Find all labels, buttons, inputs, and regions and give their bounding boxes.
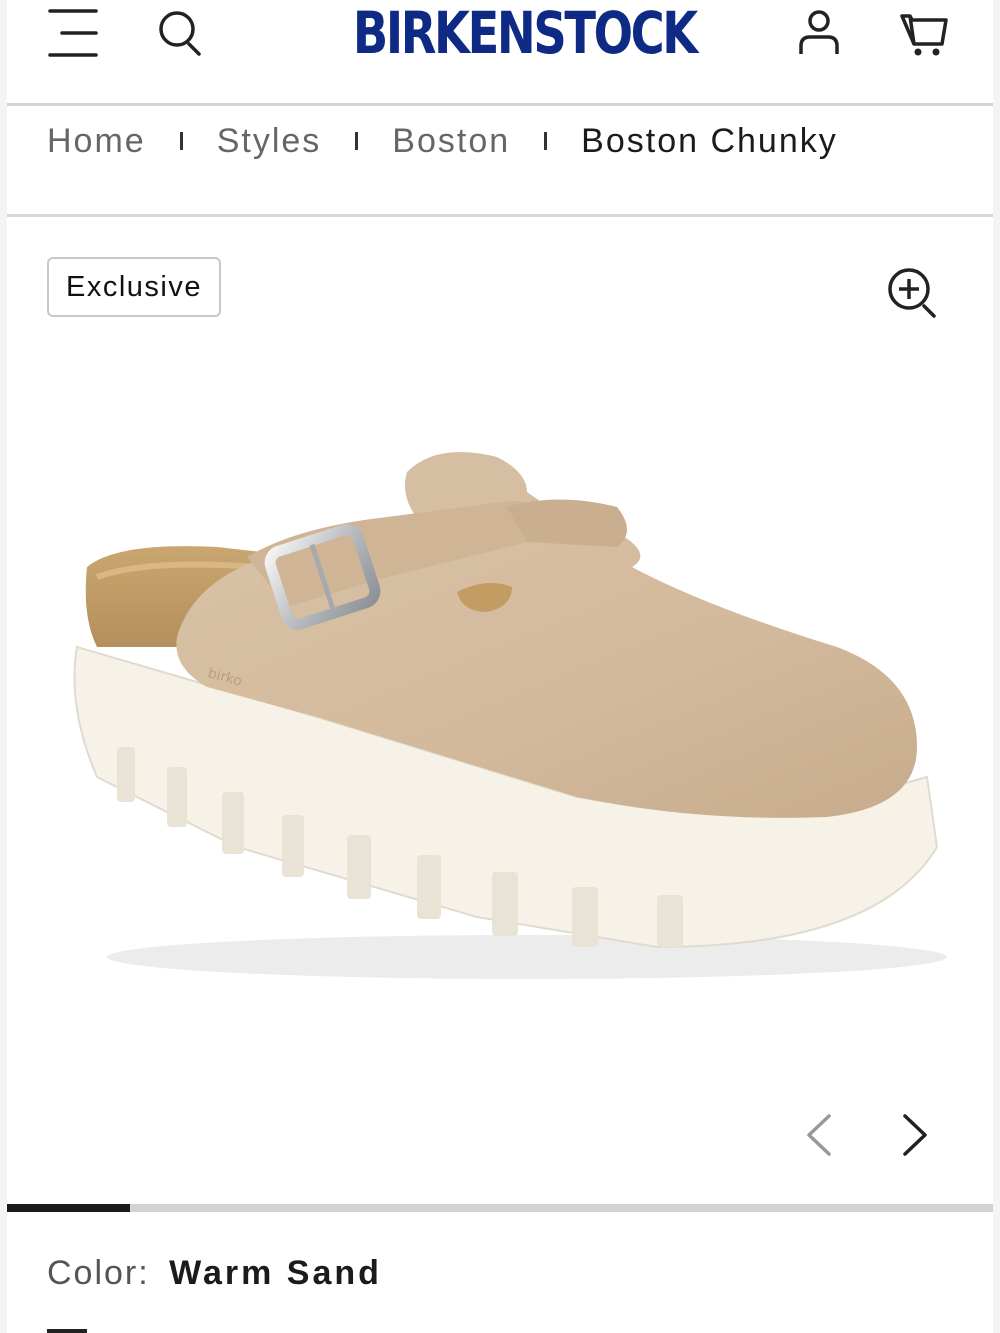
product-page: BIRKENSTOCK ® Home Styles Boston Boston … xyxy=(0,0,1000,1333)
color-value: Warm Sand xyxy=(169,1254,382,1292)
product-image-clog[interactable]: birko xyxy=(57,447,957,987)
color-label: Color: xyxy=(47,1254,150,1292)
menu-icon[interactable] xyxy=(46,6,100,60)
breadcrumb-styles[interactable]: Styles xyxy=(217,122,322,161)
breadcrumb-separator xyxy=(179,132,183,150)
search-icon[interactable] xyxy=(156,8,208,60)
brand-logo[interactable]: BIRKENSTOCK ® xyxy=(310,0,698,66)
breadcrumb-home[interactable]: Home xyxy=(47,122,146,161)
site-header: BIRKENSTOCK ® xyxy=(0,0,1000,104)
breadcrumb-boston[interactable]: Boston xyxy=(392,122,510,161)
chevron-left-icon[interactable] xyxy=(799,1112,839,1158)
chevron-right-icon[interactable] xyxy=(895,1112,935,1158)
account-icon[interactable] xyxy=(794,8,844,58)
product-gallery[interactable]: Exclusive birko xyxy=(7,217,993,1205)
registered-mark: ® xyxy=(669,22,678,36)
next-section-edge xyxy=(47,1329,87,1333)
breadcrumb-separator xyxy=(355,132,359,150)
header-divider xyxy=(7,103,993,106)
exclusive-badge: Exclusive xyxy=(47,257,221,317)
image-progress-fill xyxy=(7,1204,131,1212)
zoom-in-icon[interactable] xyxy=(885,265,945,325)
brand-logo-text: BIRKENSTOCK xyxy=(352,0,698,67)
color-selection: Color: Warm Sand xyxy=(47,1254,382,1293)
breadcrumb-current: Boston Chunky xyxy=(581,121,838,160)
breadcrumb-separator xyxy=(544,132,548,150)
image-progress-bar xyxy=(7,1204,993,1212)
cart-icon[interactable] xyxy=(898,10,952,60)
breadcrumb: Home Styles Boston Boston Chunky xyxy=(47,116,838,166)
